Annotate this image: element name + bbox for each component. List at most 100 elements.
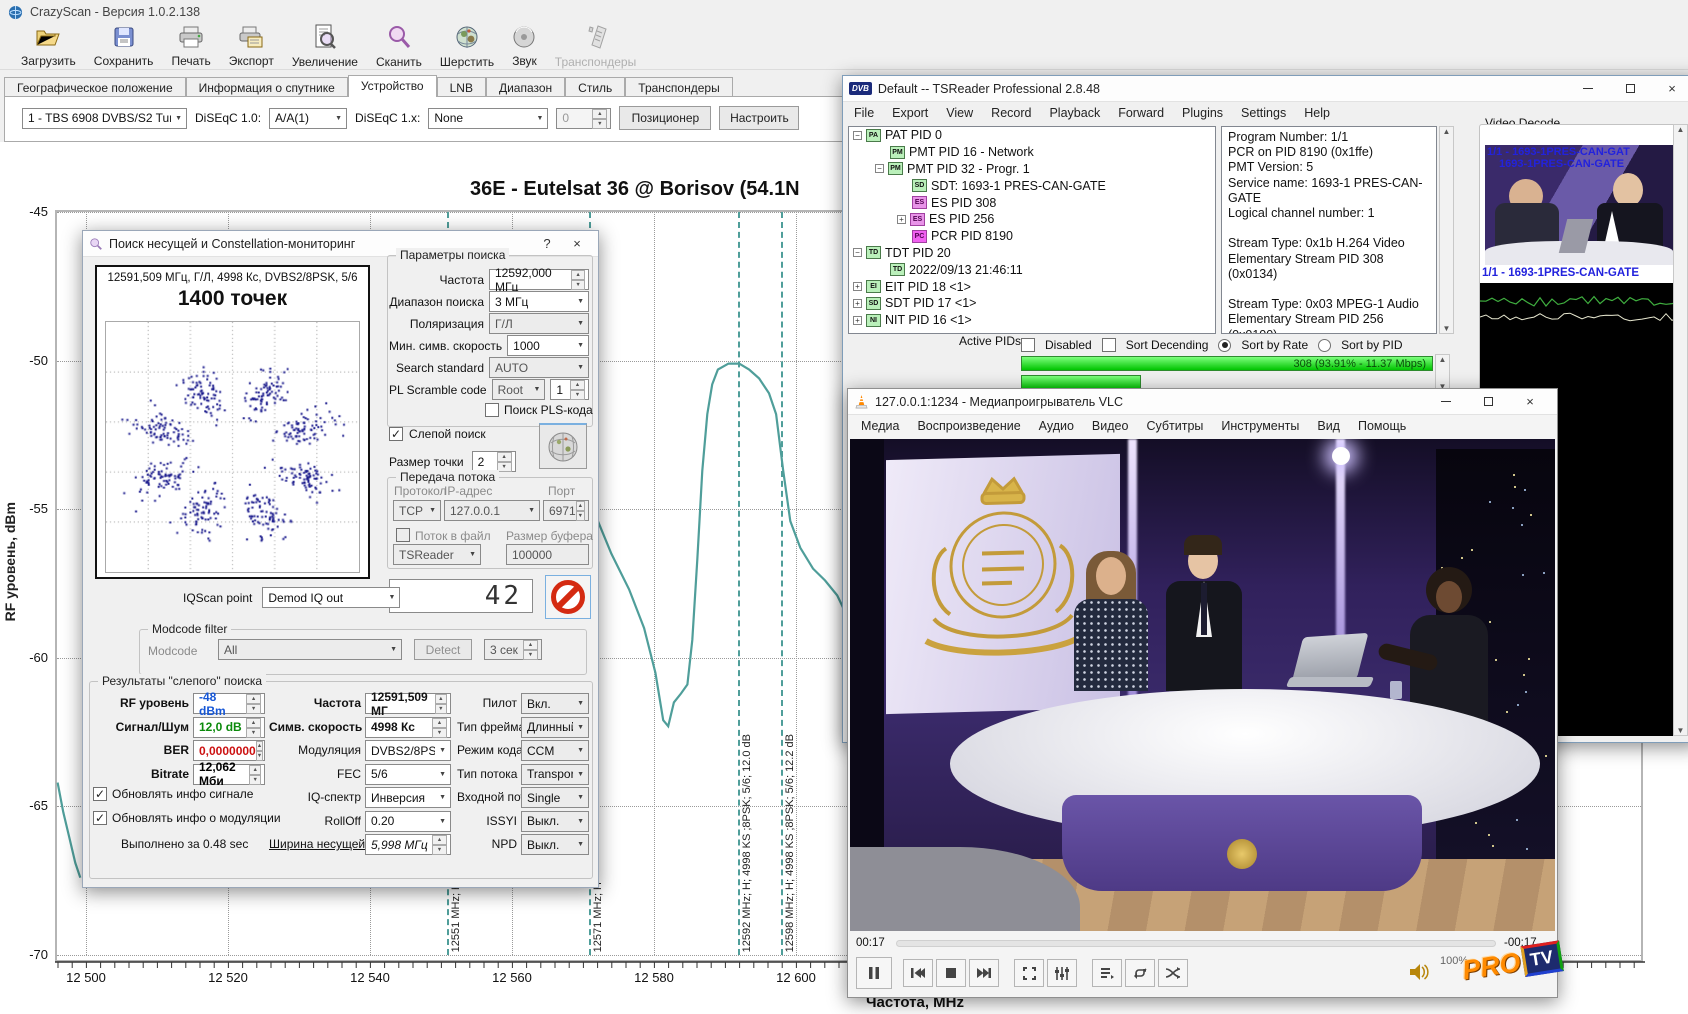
globe-scan-button[interactable] bbox=[539, 423, 587, 469]
tuner-select[interactable]: 1 - TBS 6908 DVBS/S2 Tuner 1▼ bbox=[22, 108, 187, 129]
tsreader-minimize-button[interactable] bbox=[1567, 76, 1609, 101]
setup-button[interactable]: Настроить bbox=[719, 106, 799, 130]
tab-5[interactable]: Диапазон bbox=[486, 77, 565, 97]
info-scrollbar[interactable]: ▲▼ bbox=[1439, 126, 1454, 334]
next-button[interactable] bbox=[969, 959, 999, 987]
volume-icon[interactable] bbox=[1410, 963, 1430, 981]
vlc-video-area[interactable] bbox=[850, 439, 1555, 931]
buffer-size-field[interactable]: 100000 bbox=[506, 544, 589, 565]
result-checkbox[interactable]: ✓ bbox=[93, 787, 107, 801]
previous-button[interactable] bbox=[903, 959, 933, 987]
result-2-7-spinner[interactable]: 5,998 МГц▲▼ bbox=[365, 834, 451, 855]
result-3-3-select[interactable]: CCM▼ bbox=[521, 740, 589, 761]
result-1-3-spinner[interactable]: 0,0000000▲▼ bbox=[193, 740, 265, 761]
stream-to-file-checkbox[interactable] bbox=[396, 528, 410, 542]
scan-toolbar-button[interactable]: Сканить bbox=[369, 22, 429, 71]
result-3-7-select[interactable]: Выкл.▼ bbox=[521, 834, 589, 855]
result-3-5-select[interactable]: Single▼ bbox=[521, 787, 589, 808]
vlc-menu-8[interactable]: Помощь bbox=[1349, 416, 1415, 436]
detect-button[interactable]: Detect bbox=[414, 639, 472, 660]
tree-item[interactable]: +SDSDT PID 17 <1> bbox=[849, 295, 1215, 312]
tsreader-menu-settings[interactable]: Settings bbox=[1232, 103, 1295, 123]
tree-item[interactable]: ESES PID 308 bbox=[849, 194, 1215, 211]
disabled-checkbox[interactable] bbox=[1021, 338, 1035, 352]
param-3-select[interactable]: Г/Л▼ bbox=[489, 313, 589, 334]
param-5-select[interactable]: AUTO▼ bbox=[489, 357, 589, 378]
ip-select[interactable]: 127.0.0.1▼ bbox=[444, 500, 540, 521]
export-toolbar-button[interactable]: Экспорт bbox=[222, 23, 281, 70]
zoom-toolbar-button[interactable]: Увеличение bbox=[285, 22, 365, 71]
pause-button[interactable] bbox=[856, 957, 892, 989]
tsreader-menu-help[interactable]: Help bbox=[1295, 103, 1339, 123]
tsreader-menu-plugins[interactable]: Plugins bbox=[1173, 103, 1232, 123]
port-spinner[interactable]: 6971▲▼ bbox=[543, 500, 589, 521]
pls-search-checkbox[interactable] bbox=[485, 403, 499, 417]
tsreader-close-button[interactable]: × bbox=[1651, 76, 1688, 101]
video-decode-scrollbar[interactable]: ▲▼ bbox=[1673, 124, 1688, 736]
positioner-button[interactable]: Позиционер bbox=[619, 106, 711, 130]
result-2-1-spinner[interactable]: 12591,509 МГ▲▼ bbox=[365, 693, 451, 714]
result-2-2-spinner[interactable]: 4998 Кс▲▼ bbox=[365, 717, 451, 738]
tsreader-menu-export[interactable]: Export bbox=[883, 103, 937, 123]
result-3-1-select[interactable]: Вкл.▼ bbox=[521, 693, 589, 714]
protocol-select[interactable]: TCP▼ bbox=[393, 500, 441, 521]
tree-expand-icon[interactable]: − bbox=[853, 131, 862, 140]
blind-search-checkbox[interactable]: ✓ bbox=[389, 427, 403, 441]
vlc-menu-2[interactable]: Воспроизведение bbox=[908, 416, 1029, 436]
vlc-menu-4[interactable]: Видео bbox=[1083, 416, 1138, 436]
stop-playback-button[interactable] bbox=[936, 959, 966, 987]
stop-button[interactable] bbox=[545, 575, 591, 619]
vlc-menu-5[interactable]: Субтитры bbox=[1137, 416, 1212, 436]
result-3-6-select[interactable]: Выкл.▼ bbox=[521, 811, 589, 832]
sound-toolbar-button[interactable]: Звук bbox=[505, 23, 544, 70]
dialog-help-button[interactable]: ? bbox=[532, 231, 562, 256]
tree-expand-icon[interactable]: + bbox=[853, 316, 862, 325]
seek-bar[interactable] bbox=[896, 940, 1496, 947]
scroll-down-icon[interactable]: ▼ bbox=[1443, 324, 1451, 333]
dot-size-spinner[interactable]: 2▲▼ bbox=[472, 451, 516, 472]
vlc-close-button[interactable]: × bbox=[1509, 389, 1551, 414]
param-2-select[interactable]: 3 МГц▼ bbox=[489, 291, 589, 312]
tab-1[interactable]: Географическое положение bbox=[4, 77, 186, 97]
sort-descending-checkbox[interactable] bbox=[1102, 338, 1116, 352]
tree-item[interactable]: −TDTDT PID 20 bbox=[849, 245, 1215, 262]
result-1-2-spinner[interactable]: 12,0 dB▲▼ bbox=[193, 717, 265, 738]
tree-item[interactable]: PCPCR PID 8190 bbox=[849, 228, 1215, 245]
loop-button[interactable] bbox=[1125, 959, 1155, 987]
comb-toolbar-button[interactable]: Шерстить bbox=[433, 23, 501, 71]
result-3-2-select[interactable]: Длинный▼ bbox=[521, 717, 589, 738]
tsreader-maximize-button[interactable] bbox=[1609, 76, 1651, 101]
tree-expand-icon[interactable]: + bbox=[853, 299, 862, 308]
tree-item[interactable]: +ESES PID 256 bbox=[849, 211, 1215, 228]
sort-by-pid-radio[interactable] bbox=[1318, 339, 1331, 352]
pid-list-scrollbar[interactable]: ▲▼ bbox=[1435, 354, 1450, 392]
settings-button[interactable] bbox=[1047, 959, 1077, 987]
result-checkbox[interactable]: ✓ bbox=[93, 811, 107, 825]
tree-item[interactable]: +NINIT PID 16 <1> bbox=[849, 312, 1215, 329]
vlc-maximize-button[interactable] bbox=[1467, 389, 1509, 414]
tsreader-menu-record[interactable]: Record bbox=[982, 103, 1040, 123]
pl-scramble-select[interactable]: Root▼ bbox=[492, 379, 546, 400]
result-3-4-select[interactable]: Transport▼ bbox=[521, 764, 589, 785]
tsreader-menu-forward[interactable]: Forward bbox=[1109, 103, 1173, 123]
reader-select[interactable]: TSReader▼ bbox=[393, 544, 481, 565]
pid-tree-panel[interactable]: −PAPAT PID 0PMPMT PID 16 - Network−PMPMT… bbox=[848, 126, 1216, 334]
fullscreen-button[interactable] bbox=[1014, 959, 1044, 987]
dialog-titlebar[interactable]: Поиск несущей и Constellation-мониторинг… bbox=[83, 231, 598, 257]
tsreader-menu-view[interactable]: View bbox=[937, 103, 982, 123]
modcode-select[interactable]: All▼ bbox=[218, 639, 402, 660]
tree-expand-icon[interactable]: + bbox=[853, 282, 862, 291]
vlc-menu-1[interactable]: Медиа bbox=[852, 416, 908, 436]
dialog-close-button[interactable]: × bbox=[562, 231, 592, 256]
tsreader-titlebar[interactable]: DVB Default -- TSReader Professional 2.8… bbox=[843, 76, 1688, 102]
vlc-menu-6[interactable]: Инструменты bbox=[1212, 416, 1308, 436]
result-1-1-spinner[interactable]: -48 dBm▲▼ bbox=[193, 693, 265, 714]
tree-item[interactable]: SDSDT: 1693-1 PRES-CAN-GATE bbox=[849, 177, 1215, 194]
tab-6[interactable]: Стиль bbox=[565, 77, 625, 97]
program-info-panel[interactable]: Program Number: 1/1PCR on PID 8190 (0x1f… bbox=[1221, 126, 1437, 334]
result-2-4-select[interactable]: 5/6▼ bbox=[365, 764, 451, 785]
tree-item[interactable]: PMPMT PID 16 - Network bbox=[849, 144, 1215, 161]
tab-2[interactable]: Информация о спутнике bbox=[186, 77, 348, 97]
tree-item[interactable]: TD2022/09/13 21:46:11 bbox=[849, 261, 1215, 278]
diseqc1x-select[interactable]: None▼ bbox=[428, 108, 548, 129]
